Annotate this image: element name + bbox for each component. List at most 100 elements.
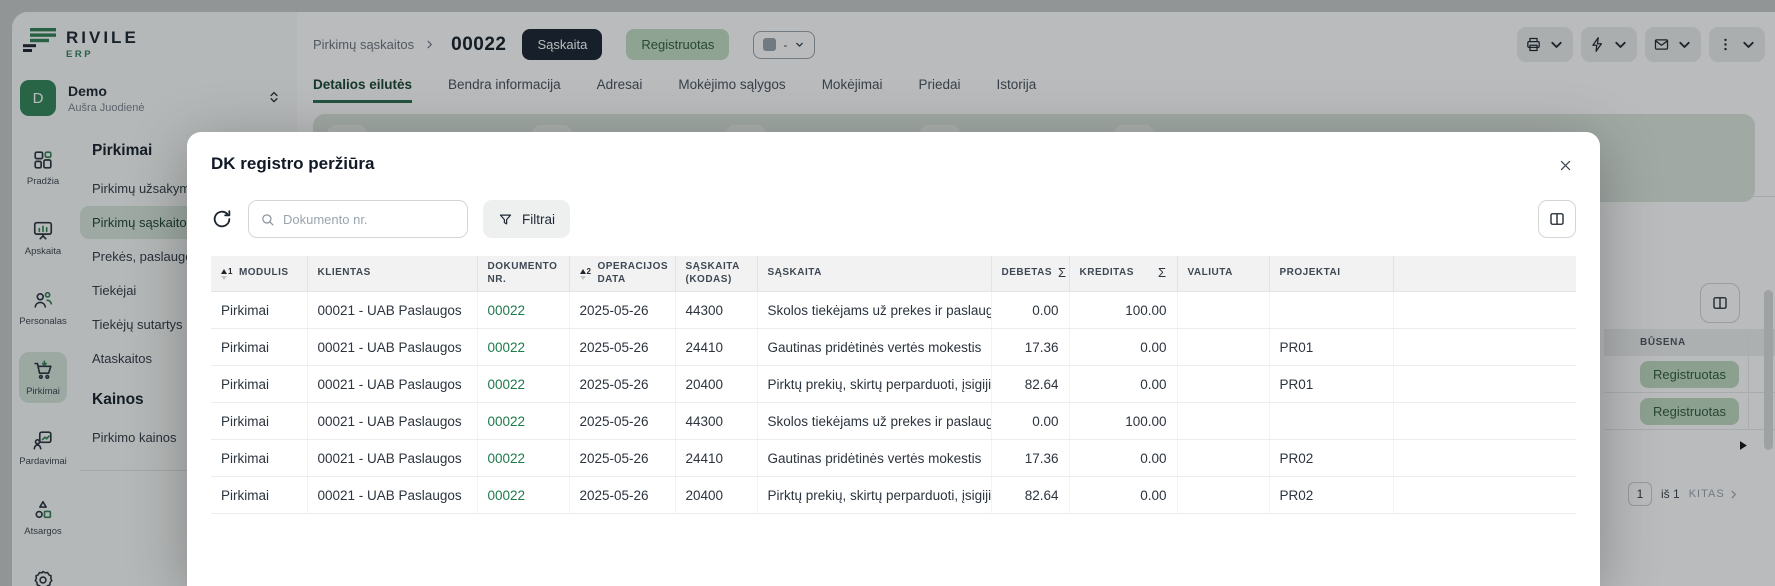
document-link[interactable]: 00022 <box>488 303 526 318</box>
column-header-operacijos-data[interactable]: 2OPERACIJOS DATA <box>569 256 675 292</box>
cell-dokumento-nr: 00022 <box>477 477 569 514</box>
column-header-dokumento-nr-[interactable]: DOKUMENTO NR. <box>477 256 569 292</box>
cell-saskaita: Skolos tiekėjams už prekes ir paslaugas <box>757 292 991 329</box>
cell-klientas: 00021 - UAB Paslaugos <box>307 440 477 477</box>
cell-modulis: Pirkimai <box>211 366 307 403</box>
cell-modulis: Pirkimai <box>211 403 307 440</box>
column-header-klientas[interactable]: KLIENTAS <box>307 256 477 292</box>
dk-register-modal: DK registro peržiūra Filtrai <box>187 132 1600 586</box>
column-label: SĄSKAITA (KODAS) <box>686 261 747 286</box>
table-header-row: 1 MODULIS KLIENTAS DOKUMENTO NR. 2OPERACIJOS… <box>211 256 1576 292</box>
modal-toolbar: Filtrai <box>211 200 1576 238</box>
column-header-debetas[interactable]: DEBETAS Σ <box>991 256 1069 292</box>
cell-dokumento-nr: 00022 <box>477 440 569 477</box>
cell-klientas: 00021 - UAB Paslaugos <box>307 477 477 514</box>
column-label: DOKUMENTO NR. <box>488 261 559 286</box>
document-link[interactable]: 00022 <box>488 340 526 355</box>
document-link[interactable]: 00022 <box>488 377 526 392</box>
cell-operacijos-data: 2025-05-26 <box>569 440 675 477</box>
cell-dokumento-nr: 00022 <box>477 403 569 440</box>
cell-projektai: PR01 <box>1269 366 1393 403</box>
cell-klientas: 00021 - UAB Paslaugos <box>307 403 477 440</box>
cell-saskaita: Gautinas pridėtinės vertės mokestis <box>757 440 991 477</box>
column-header-modulis[interactable]: 1 MODULIS <box>211 256 307 292</box>
cell-dokumento-nr: 00022 <box>477 329 569 366</box>
cell-valiuta <box>1177 477 1269 514</box>
column-header-sąskaita-kodas-[interactable]: SĄSKAITA (KODAS) <box>675 256 757 292</box>
cell-dokumento-nr: 00022 <box>477 292 569 329</box>
modal-column-settings-button[interactable] <box>1538 200 1576 238</box>
cell-operacijos-data: 2025-05-26 <box>569 403 675 440</box>
cell-empty <box>1393 403 1576 440</box>
column-label: KLIENTAS <box>318 267 371 280</box>
cell-valiuta <box>1177 329 1269 366</box>
table-row: Pirkimai00021 - UAB Paslaugos 00022 2025-0… <box>211 329 1576 366</box>
search-icon <box>260 212 275 227</box>
sum-icon[interactable]: Σ <box>1058 265 1067 281</box>
cell-operacijos-data: 2025-05-26 <box>569 366 675 403</box>
column-label: VALIUTA <box>1188 267 1233 280</box>
cell-projektai: PR01 <box>1269 329 1393 366</box>
document-link[interactable]: 00022 <box>488 451 526 466</box>
cell-klientas: 00021 - UAB Paslaugos <box>307 329 477 366</box>
cell-operacijos-data: 2025-05-26 <box>569 292 675 329</box>
cell-saskaita-kodas: 44300 <box>675 403 757 440</box>
cell-saskaita-kodas: 20400 <box>675 477 757 514</box>
cell-saskaita-kodas: 24410 <box>675 329 757 366</box>
cell-empty <box>1393 477 1576 514</box>
cell-debetas: 17.36 <box>991 440 1069 477</box>
table-row: Pirkimai00021 - UAB Paslaugos 00022 2025-0… <box>211 403 1576 440</box>
close-icon <box>1558 158 1573 173</box>
cell-saskaita-kodas: 20400 <box>675 366 757 403</box>
cell-saskaita: Gautinas pridėtinės vertės mokestis <box>757 329 991 366</box>
cell-debetas: 82.64 <box>991 366 1069 403</box>
cell-debetas: 82.64 <box>991 477 1069 514</box>
cell-projektai: PR02 <box>1269 477 1393 514</box>
search-input[interactable] <box>283 212 456 227</box>
cell-debetas: 0.00 <box>991 292 1069 329</box>
cell-projektai: PR02 <box>1269 440 1393 477</box>
cell-operacijos-data: 2025-05-26 <box>569 329 675 366</box>
cell-debetas: 0.00 <box>991 403 1069 440</box>
cell-kreditas: 100.00 <box>1069 403 1177 440</box>
cell-kreditas: 100.00 <box>1069 292 1177 329</box>
column-header-kreditas[interactable]: KREDITASΣ <box>1069 256 1177 292</box>
cell-saskaita-kodas: 24410 <box>675 440 757 477</box>
cell-saskaita: Pirktų prekių, skirtų perparduoti, įsigi… <box>757 477 991 514</box>
column-label: PROJEKTAI <box>1280 267 1341 280</box>
column-label: SĄSKAITA <box>768 267 822 280</box>
table-row: Pirkimai00021 - UAB Paslaugos000222025-0… <box>211 477 1576 514</box>
column-label: DEBETAS <box>1002 267 1053 280</box>
cell-modulis: Pirkimai <box>211 329 307 366</box>
filters-button[interactable]: Filtrai <box>483 200 570 238</box>
cell-empty <box>1393 329 1576 366</box>
column-label: MODULIS <box>239 267 289 280</box>
document-search-field[interactable] <box>248 200 468 238</box>
cell-klientas: 00021 - UAB Paslaugos <box>307 292 477 329</box>
sort-indicator-icon[interactable]: 1 <box>221 268 233 280</box>
funnel-icon <box>498 212 513 227</box>
column-header-sąskaita[interactable]: SĄSKAITA <box>757 256 991 292</box>
columns-icon <box>1548 210 1566 228</box>
dk-register-table: 1 MODULIS KLIENTAS DOKUMENTO NR. 2OPERACIJOS… <box>211 256 1576 514</box>
refresh-button[interactable] <box>211 208 233 230</box>
cell-empty <box>1393 292 1576 329</box>
cell-saskaita: Skolos tiekėjams už prekes ir paslaugas <box>757 403 991 440</box>
cell-valiuta <box>1177 292 1269 329</box>
table-row: Pirkimai00021 - UAB Paslaugos000222025-0… <box>211 366 1576 403</box>
cell-projektai <box>1269 403 1393 440</box>
sum-icon[interactable]: Σ <box>1158 265 1167 281</box>
cell-saskaita: Pirktų prekių, skirtų perparduoti, įsigi… <box>757 366 991 403</box>
column-header-projektai[interactable]: PROJEKTAI <box>1269 256 1393 292</box>
cell-kreditas: 0.00 <box>1069 477 1177 514</box>
document-link[interactable]: 00022 <box>488 488 526 503</box>
document-link[interactable]: 00022 <box>488 414 526 429</box>
sort-indicator-icon[interactable]: 2 <box>580 268 592 280</box>
cell-kreditas: 0.00 <box>1069 366 1177 403</box>
column-header-valiuta[interactable]: VALIUTA <box>1177 256 1269 292</box>
cell-valiuta <box>1177 403 1269 440</box>
column-header-empty <box>1393 256 1576 292</box>
close-modal-button[interactable] <box>1550 150 1580 180</box>
cell-modulis: Pirkimai <box>211 292 307 329</box>
cell-debetas: 17.36 <box>991 329 1069 366</box>
